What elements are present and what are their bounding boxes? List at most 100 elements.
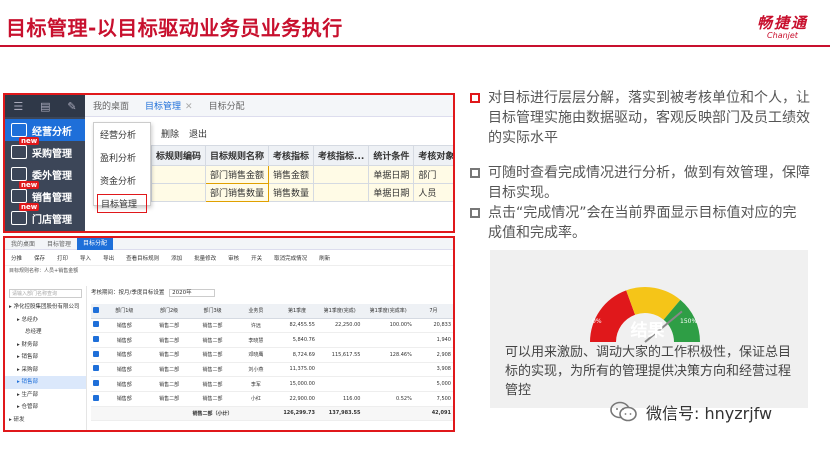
column-header[interactable]: 第1季度(完成) xyxy=(316,304,363,319)
table-cell[interactable]: 0.52% xyxy=(362,391,414,407)
table-cell[interactable]: 人员 xyxy=(413,183,453,202)
menu-item-3[interactable]: 目标管理 xyxy=(97,194,147,213)
tab-0[interactable]: 我的桌面 xyxy=(5,239,41,248)
table-cell[interactable]: 销售部 xyxy=(101,376,148,392)
tree-node[interactable]: ▸ 仓管部 xyxy=(5,401,86,414)
table-cell[interactable]: 销售部 xyxy=(101,332,148,348)
sidebar-item-4[interactable]: 门店管理 xyxy=(5,207,85,229)
table-cell[interactable]: 销售二部 xyxy=(147,376,191,392)
table-cell[interactable]: 单据日期 xyxy=(368,183,415,202)
column-header[interactable]: 标规则编码 xyxy=(150,145,207,166)
table-cell[interactable]: 销售二部 xyxy=(147,391,191,407)
tree-node[interactable]: ▸ 销售部 xyxy=(5,376,86,389)
edit-icon[interactable]: ✎ xyxy=(67,100,76,113)
table-cell[interactable] xyxy=(316,332,363,348)
column-header[interactable]: 部门1级 xyxy=(101,304,148,319)
table-cell[interactable]: 116.00 xyxy=(316,391,363,407)
table-cell[interactable]: 22,250.00 xyxy=(316,318,363,334)
table-cell[interactable]: 100.00% xyxy=(362,318,414,334)
table-cell[interactable]: 部门销售金额 xyxy=(205,165,270,184)
tree-node[interactable]: ▸ 生产部 xyxy=(5,389,86,402)
table-cell[interactable]: 销售二部 xyxy=(190,362,235,378)
table-cell[interactable]: 李军 xyxy=(234,376,278,392)
table-row[interactable]: 销售部 销售二部 销售二部 邓晓鹰 8,724.69 115,617.55 128.46% 2… xyxy=(91,347,453,363)
table-cell[interactable] xyxy=(313,165,370,184)
sidebar-item-1[interactable]: 采购管理 xyxy=(5,141,85,163)
toolbar-button-1[interactable]: 保存 xyxy=(34,254,45,262)
table-cell[interactable] xyxy=(313,183,370,202)
toolbar-button-7[interactable]: 批量修改 xyxy=(194,254,216,262)
tab-1[interactable]: 目标管理 xyxy=(41,239,77,248)
row-checkbox-cell[interactable] xyxy=(91,391,101,407)
column-header[interactable]: 目标规则名称 xyxy=(205,145,270,166)
table-cell[interactable]: 1,940 xyxy=(413,332,453,348)
table-cell[interactable] xyxy=(150,183,207,202)
table-row[interactable]: 部门销售金额 销售金额 单据日期 部门 xyxy=(150,165,453,184)
note-icon[interactable]: ▤ xyxy=(40,100,50,113)
row-checkbox[interactable] xyxy=(93,394,99,401)
column-header[interactable]: 部门2级 xyxy=(147,304,191,319)
table-row[interactable]: 销售部 销售二部 销售二部 刘小燕 11,375.00 3,908 xyxy=(91,362,453,378)
table-cell[interactable]: 销售二部 xyxy=(190,332,235,348)
table-cell[interactable]: 销售部 xyxy=(101,347,148,363)
column-header[interactable]: 统计条件 xyxy=(368,145,415,166)
table-cell[interactable]: 11,375.00 xyxy=(277,362,317,378)
column-header[interactable]: 第1季度(完成率) xyxy=(362,304,414,319)
table-cell[interactable] xyxy=(362,376,414,392)
table-row[interactable]: 销售部 销售二部 销售二部 许远 82,455.55 22,250.00 100.00% 20… xyxy=(91,318,453,334)
column-header[interactable]: 考核指标... xyxy=(313,145,370,166)
table-cell[interactable] xyxy=(316,376,363,392)
menu-item-1[interactable]: 盈利分析 xyxy=(94,146,150,169)
tree-node[interactable]: ▸ 采购部 xyxy=(5,364,86,377)
row-checkbox[interactable] xyxy=(93,336,99,343)
tab-0[interactable]: 我的桌面 xyxy=(85,99,137,112)
table-cell[interactable] xyxy=(362,362,414,378)
table-cell[interactable]: 销售二部 xyxy=(147,318,191,334)
row-checkbox[interactable] xyxy=(93,350,99,357)
toolbar-button-6[interactable]: 添加 xyxy=(171,254,182,262)
action-button-0[interactable]: 删除 xyxy=(161,130,179,140)
row-checkbox[interactable] xyxy=(93,380,99,387)
column-header[interactable] xyxy=(91,304,101,319)
table-cell[interactable]: 销售金额 xyxy=(268,165,315,184)
tree-node[interactable]: ▸ 总经办 xyxy=(5,314,86,327)
row-checkbox-cell[interactable] xyxy=(91,347,101,363)
row-checkbox[interactable] xyxy=(93,365,99,372)
column-header[interactable]: 考核对象 xyxy=(413,145,453,166)
table-cell[interactable]: 销售部 xyxy=(101,362,148,378)
toolbar-button-8[interactable]: 审核 xyxy=(228,254,239,262)
table-cell[interactable]: 5,000 xyxy=(413,376,453,392)
table-cell[interactable]: 82,455.55 xyxy=(277,318,317,334)
table-cell[interactable]: 15,000.00 xyxy=(277,376,317,392)
sidebar-item-2[interactable]: 委外管理 xyxy=(5,163,85,185)
toolbar-button-3[interactable]: 导入 xyxy=(80,254,91,262)
tab-2[interactable]: 目标分配 xyxy=(201,99,253,112)
row-checkbox-cell[interactable] xyxy=(91,318,101,334)
table-cell[interactable]: 刘小燕 xyxy=(234,362,278,378)
toolbar-button-2[interactable]: 打印 xyxy=(57,254,68,262)
table-cell[interactable]: 5,840.76 xyxy=(277,332,317,348)
table-cell[interactable]: 销售二部 xyxy=(147,332,191,348)
table-cell[interactable]: 20,833 xyxy=(413,318,453,334)
row-checkbox-cell[interactable] xyxy=(91,332,101,348)
tree-node[interactable]: ▸ 净化控股集团股份有限公司 xyxy=(5,301,86,314)
table-cell[interactable]: 22,900.00 xyxy=(277,391,317,407)
tab-2[interactable]: 目标分配 xyxy=(77,238,114,250)
table-cell[interactable]: 销售二部 xyxy=(147,362,191,378)
tree-node[interactable]: 总经理 xyxy=(5,326,86,339)
table-cell[interactable]: 3,908 xyxy=(413,362,453,378)
row-checkbox[interactable] xyxy=(93,321,99,328)
column-header[interactable]: 第1季度 xyxy=(277,304,317,319)
table-cell[interactable] xyxy=(150,165,207,184)
table-row[interactable]: 销售部 销售二部 销售二部 李晓慧 5,840.76 1,940 xyxy=(91,332,453,348)
column-header[interactable]: 部门3级 xyxy=(190,304,235,319)
column-header[interactable]: 7月 xyxy=(413,304,453,319)
table-cell[interactable]: 115,617.55 xyxy=(316,347,363,363)
table-cell[interactable]: 单据日期 xyxy=(368,165,415,184)
table-cell[interactable]: 许远 xyxy=(234,318,278,334)
table-cell[interactable]: 李晓慧 xyxy=(234,332,278,348)
row-checkbox-cell[interactable] xyxy=(91,376,101,392)
department-search-input[interactable]: 请输入部门名称查询 xyxy=(9,289,82,298)
toolbar-button-11[interactable]: 刷新 xyxy=(319,254,330,262)
table-cell[interactable]: 部门 xyxy=(413,165,453,184)
